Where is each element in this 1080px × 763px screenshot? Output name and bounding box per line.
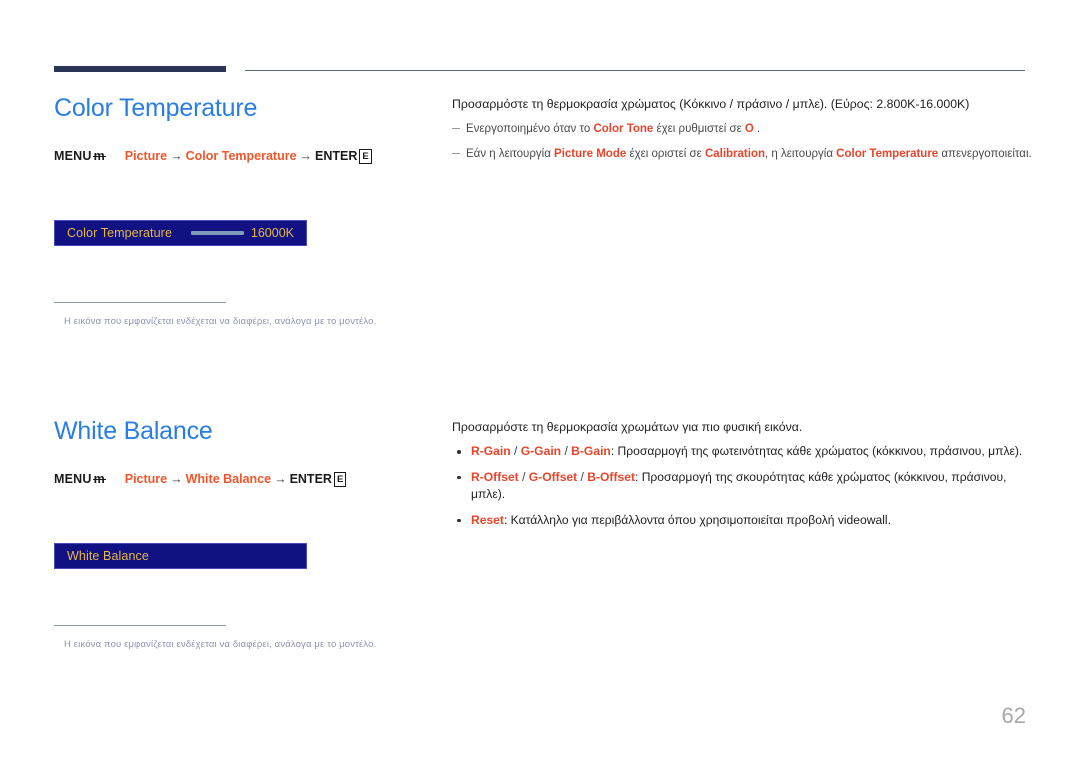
highlighted-term: Calibration	[704, 147, 765, 160]
breadcrumb-arrow-icon-4: →	[274, 471, 287, 486]
highlighted-term: Picture Mode	[554, 147, 627, 160]
subnote-list-color-temperature: Ενεργοποιημένο όταν το Color Tone έχει ρ…	[452, 121, 1032, 162]
sub-note: Ενεργοποιημένο όταν το Color Tone έχει ρ…	[452, 121, 1032, 138]
enter-key-icon: E	[359, 149, 372, 164]
page-title-white-balance: White Balance	[54, 417, 213, 445]
text-run: .	[753, 123, 761, 136]
section-left-column-white-balance: White Balance MENU m Picture → White Balance…	[54, 417, 444, 651]
description-intro: Προσαρμόστε τη θερμοκρασία χρώματος (Κόκ…	[452, 97, 970, 111]
osd-menu-bar-color-temperature[interactable]: Color Temperature 16000K	[54, 219, 307, 246]
footnote-divider	[54, 301, 226, 303]
page-number: 62	[1001, 703, 1026, 728]
text-run: Εάν η λειτουργία	[466, 147, 555, 160]
osd-menu-bar-white-balance[interactable]: White Balance	[54, 542, 307, 569]
breadcrumb-item-picture[interactable]: Picture	[125, 149, 167, 163]
manual-page: Color Temperature MENU m Picture → Color Tem…	[0, 0, 1080, 763]
osd-value: 16000K	[250, 225, 294, 240]
menu-label: MENU	[54, 148, 92, 163]
menu-remote-icon: m	[92, 148, 106, 163]
highlighted-term: Color Tone	[593, 123, 654, 136]
description-intro-2: Προσαρμόστε τη θερμοκρασία χρωμάτων για …	[452, 420, 803, 434]
highlighted-term: G-Gain	[520, 444, 562, 459]
list-item: R-Offset / G-Offset / B-Offset: Προσαρμο…	[452, 469, 1032, 504]
highlighted-term: G-Offset	[528, 469, 578, 484]
separator: /	[518, 469, 529, 484]
footnote-block-white-balance: Η εικόνα που εμφανίζεται ενδέχεται να δι…	[54, 624, 444, 651]
breadcrumb-arrow-icon-2: →	[299, 148, 313, 163]
highlighted-term: R-Offset	[471, 469, 519, 484]
list-item: Reset: Κατάλληλο για περιβάλλοντα όπου χ…	[452, 512, 1032, 530]
breadcrumb-item-leaf-2[interactable]: White Balance	[186, 472, 271, 486]
separator: /	[561, 444, 572, 459]
footnote-divider-2	[54, 624, 226, 626]
breadcrumb-item-leaf[interactable]: Color Temperature	[186, 149, 297, 163]
menu-label-2: MENU	[54, 471, 92, 486]
page-title-color-temperature: Color Temperature	[54, 94, 258, 122]
breadcrumb-color-temperature: MENU m Picture → Color Temperature → ENTER E	[54, 148, 444, 164]
highlighted-term: R-Gain	[471, 444, 511, 459]
enter-key-icon-2: E	[333, 472, 347, 487]
text-run: , η λειτουργία	[765, 147, 837, 160]
section-right-column-white-balance: Προσαρμόστε τη θερμοκρασία χρωμάτων για …	[452, 418, 1032, 529]
breadcrumb-arrow-icon-3: →	[170, 471, 183, 486]
text-run: έχει οριστεί σε	[626, 147, 705, 160]
separator: /	[577, 469, 588, 484]
osd-item-label: Color Temperature	[67, 225, 172, 240]
highlighted-term: B-Gain	[571, 444, 611, 459]
enter-label-2: ENTER	[289, 471, 332, 486]
enter-label: ENTER	[315, 148, 358, 163]
sub-note: Εάν η λειτουργία Picture Mode έχει οριστ…	[452, 146, 1032, 163]
separator: /	[510, 444, 521, 459]
highlighted-term: Reset	[471, 512, 504, 527]
list-item: R-Gain / G-Gain / B-Gain: Προσαρμογή της…	[452, 443, 1032, 461]
osd-item-label-2: White Balance	[67, 548, 149, 563]
footnote-block-color-temperature: Η εικόνα που εμφανίζεται ενδέχεται να δι…	[54, 301, 444, 328]
osd-slider[interactable]	[190, 231, 244, 235]
section-left-column-color-temperature: Color Temperature MENU m Picture → Color Tem…	[54, 94, 444, 328]
footnote-text: Η εικόνα που εμφανίζεται ενδέχεται να δι…	[64, 315, 377, 327]
highlighted-term: Color Temperature	[836, 147, 939, 160]
section-right-column-color-temperature: Προσαρμόστε τη θερμοκρασία χρώματος (Κόκ…	[452, 95, 1032, 170]
osd-control-group: 16000K	[190, 225, 294, 240]
breadcrumb-item-picture-2[interactable]: Picture	[125, 472, 167, 486]
header-rule-thick	[54, 66, 226, 72]
breadcrumb-arrow-icon: →	[170, 148, 183, 163]
text-run: απενεργοποιείται.	[938, 147, 1032, 160]
breadcrumb-white-balance: MENU m Picture → White Balance → ENTER E	[54, 471, 444, 487]
highlighted-term: B-Offset	[587, 469, 635, 484]
text-run: : Προσαρμογή της φωτεινότητας κάθε χρώμα…	[610, 444, 1023, 459]
menu-remote-icon-2: m	[92, 471, 106, 486]
footnote-text-2: Η εικόνα που εμφανίζεται ενδέχεται να δι…	[64, 638, 377, 650]
text-run: έχει ρυθμιστεί σε	[653, 123, 745, 136]
highlighted-term: O	[744, 123, 754, 136]
header-rule-thin	[245, 70, 1025, 71]
text-run: : Κατάλληλο για περιβάλλοντα όπου χρησιμ…	[503, 512, 891, 527]
bullet-list-white-balance: R-Gain / G-Gain / B-Gain: Προσαρμογή της…	[452, 443, 1032, 529]
text-run: Ενεργοποιημένο όταν το	[466, 123, 594, 136]
